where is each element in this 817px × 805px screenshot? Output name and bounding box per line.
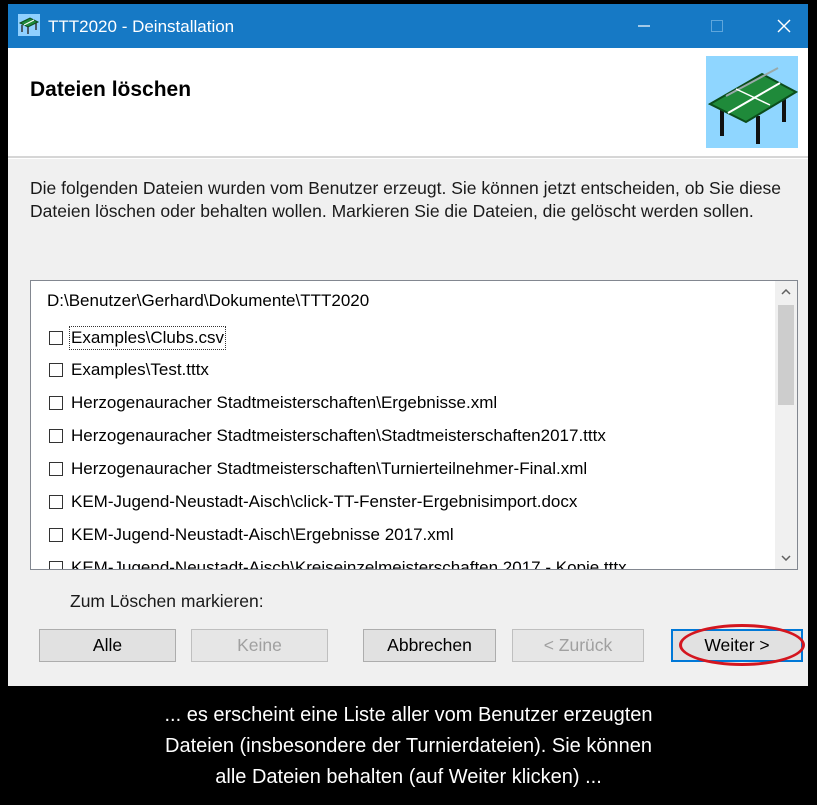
close-icon[interactable]: [760, 4, 808, 48]
file-checkbox[interactable]: [49, 462, 63, 476]
mark-for-deletion-label: Zum Löschen markieren:: [70, 591, 264, 611]
next-button[interactable]: Weiter >: [671, 629, 803, 662]
file-label[interactable]: Herzogenauracher Stadtmeisterschaften\St…: [71, 426, 606, 446]
caption-line-2: Dateien (insbesondere der Turnierdateien…: [165, 735, 652, 757]
title-bar[interactable]: TTT2020 - Deinstallation: [8, 4, 808, 48]
maximize-icon[interactable]: [693, 4, 741, 48]
base-path-label: D:\Benutzer\Gerhard\Dokumente\TTT2020: [47, 291, 370, 310]
vertical-scrollbar[interactable]: [775, 281, 797, 569]
uninstall-window: TTT2020 - Deinstallation Dateien löschen: [8, 4, 808, 686]
back-button[interactable]: < Zurück: [512, 629, 644, 662]
caption-line-1: ... es erscheint eine Liste aller vom Be…: [164, 704, 653, 726]
file-label[interactable]: Herzogenauracher Stadtmeisterschaften\Tu…: [71, 459, 587, 479]
chevron-down-icon[interactable]: [775, 547, 797, 569]
list-item[interactable]: Herzogenauracher Stadtmeisterschaften\St…: [49, 424, 606, 448]
file-label[interactable]: KEM-Jugend-Neustadt-Aisch\click-TT-Fenst…: [71, 492, 577, 512]
wizard-header: Dateien löschen: [8, 48, 808, 156]
file-checkbox[interactable]: [49, 331, 63, 345]
file-label[interactable]: KEM-Jugend-Neustadt-Aisch\Kreiseinzelmei…: [71, 558, 627, 569]
description-text: Die folgenden Dateien wurden vom Benutze…: [30, 178, 782, 221]
file-label[interactable]: Examples\Clubs.csv: [68, 326, 227, 350]
file-listbox[interactable]: D:\Benutzer\Gerhard\Dokumente\TTT2020 Ex…: [30, 280, 798, 570]
cancel-button[interactable]: Abbrechen: [363, 629, 496, 662]
scrollbar-thumb[interactable]: [778, 305, 794, 405]
file-label[interactable]: Herzogenauracher Stadtmeisterschaften\Er…: [71, 393, 497, 413]
list-item[interactable]: Herzogenauracher Stadtmeisterschaften\Er…: [49, 391, 497, 415]
file-checkbox[interactable]: [49, 495, 63, 509]
file-checkbox[interactable]: [49, 528, 63, 542]
file-checkbox[interactable]: [49, 396, 63, 410]
ping-pong-table-icon: [706, 56, 799, 153]
header-divider: [8, 156, 808, 159]
list-item[interactable]: KEM-Jugend-Neustadt-Aisch\click-TT-Fenst…: [49, 490, 577, 514]
list-item[interactable]: Examples\Test.tttx: [49, 358, 209, 382]
file-checkbox[interactable]: [49, 429, 63, 443]
select-none-button[interactable]: Keine: [191, 629, 328, 662]
list-item[interactable]: KEM-Jugend-Neustadt-Aisch\Kreiseinzelmei…: [49, 556, 627, 569]
file-label[interactable]: KEM-Jugend-Neustadt-Aisch\Ergebnisse 201…: [71, 525, 454, 545]
file-list: D:\Benutzer\Gerhard\Dokumente\TTT2020 Ex…: [31, 281, 771, 569]
list-item[interactable]: Herzogenauracher Stadtmeisterschaften\Tu…: [49, 457, 587, 481]
list-item[interactable]: KEM-Jugend-Neustadt-Aisch\Ergebnisse 201…: [49, 523, 454, 547]
file-checkbox[interactable]: [49, 363, 63, 377]
video-caption: ... es erscheint eine Liste aller vom Be…: [0, 700, 817, 793]
select-all-button[interactable]: Alle: [39, 629, 176, 662]
page-title: Dateien löschen: [30, 78, 192, 101]
minimize-icon[interactable]: [620, 4, 668, 48]
table-tennis-app-icon: [18, 14, 40, 41]
list-item[interactable]: Examples\Clubs.csv: [49, 326, 227, 350]
window-title: TTT2020 - Deinstallation: [48, 17, 235, 36]
caption-line-3: alle Dateien behalten (auf Weiter klicke…: [215, 766, 602, 788]
chevron-up-icon[interactable]: [775, 281, 797, 303]
file-label[interactable]: Examples\Test.tttx: [71, 360, 209, 380]
file-checkbox[interactable]: [49, 561, 63, 569]
